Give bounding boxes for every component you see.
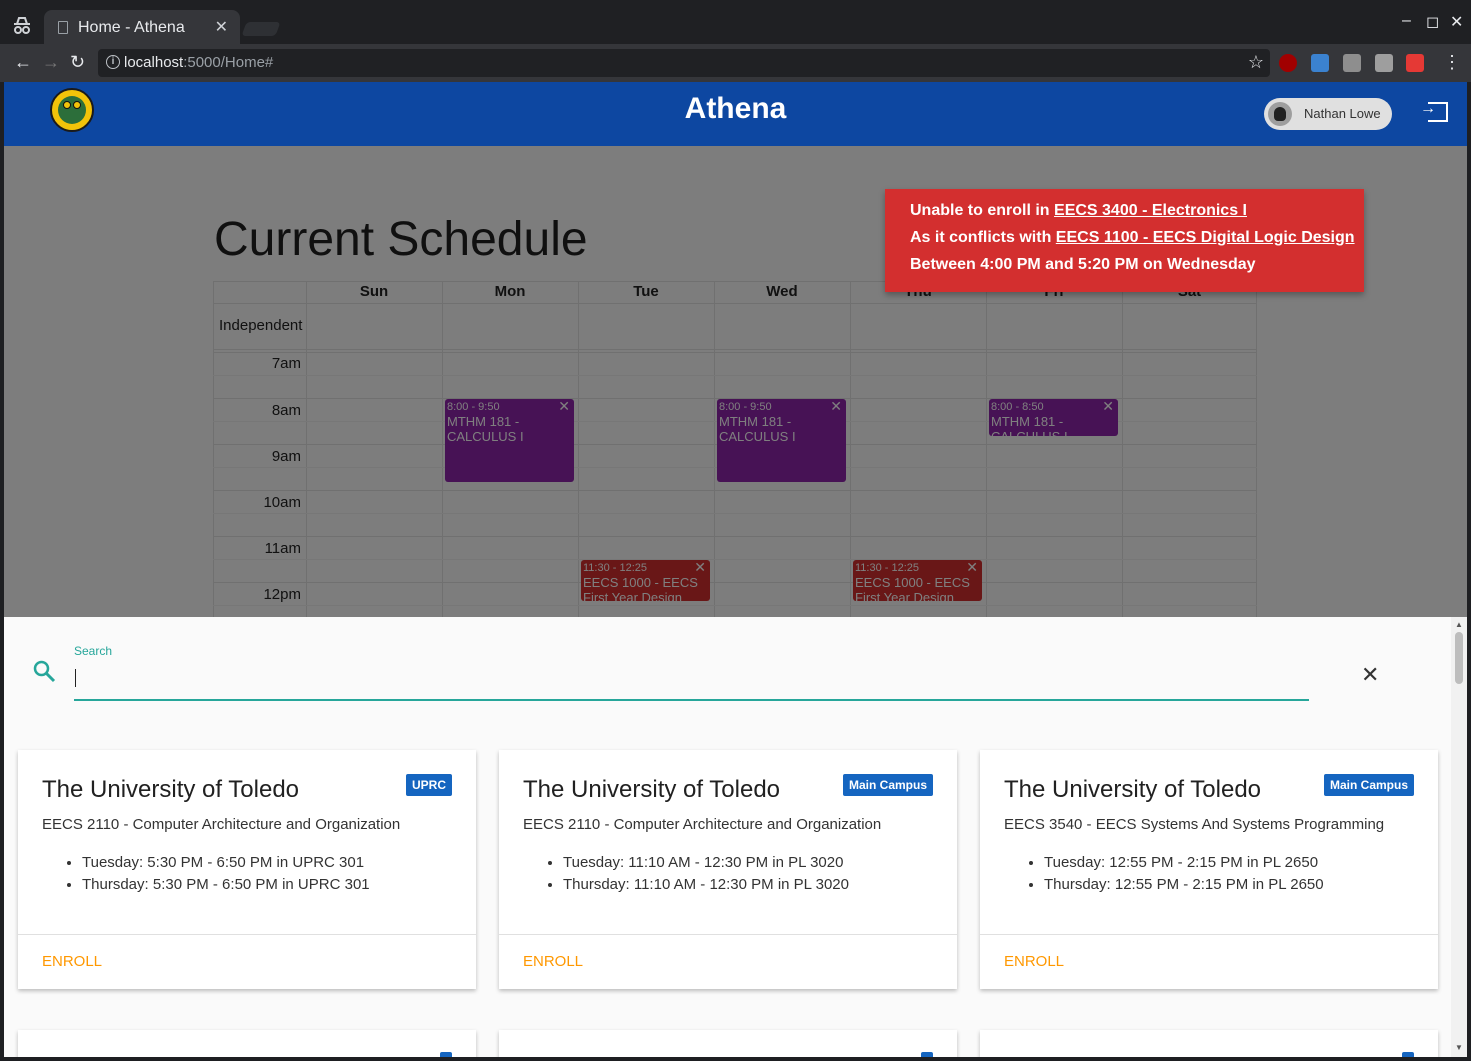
meeting-list: Tuesday: 5:30 PM - 6:50 PM in UPRC 301 T… — [82, 852, 370, 896]
incognito-icon — [10, 14, 34, 38]
course-result-card — [18, 1030, 476, 1057]
clear-search-icon[interactable]: ✕ — [1361, 662, 1379, 688]
page-icon — [58, 21, 68, 34]
new-tab-button[interactable] — [241, 22, 281, 36]
user-name: Nathan Lowe — [1304, 106, 1381, 121]
scrollbar[interactable]: ▲ ▼ — [1451, 617, 1467, 1057]
institution-name: The University of Toledo — [42, 776, 300, 803]
app-bar: Athena Nathan Lowe — [4, 82, 1467, 146]
back-icon[interactable]: ← — [14, 52, 32, 73]
address-bar[interactable]: i localhost:5000/Home# ☆ — [98, 49, 1270, 77]
tab-title: Home - Athena — [78, 19, 185, 36]
campus-badge: Main Campus — [1323, 774, 1414, 796]
course-result-card: The University of Toledo Main Campus EEC… — [499, 750, 957, 989]
campus-badge — [1402, 1052, 1414, 1057]
campus-badge — [440, 1052, 452, 1057]
meeting-time: Tuesday: 11:10 AM - 12:30 PM in PL 3020 — [563, 852, 849, 874]
meeting-time: Tuesday: 5:30 PM - 6:50 PM in UPRC 301 — [82, 852, 370, 874]
course-title: EECS 2110 - Computer Architecture and Or… — [42, 816, 401, 833]
meeting-time: Thursday: 5:30 PM - 6:50 PM in UPRC 301 — [82, 874, 370, 896]
meeting-list: Tuesday: 12:55 PM - 2:15 PM in PL 2650 T… — [1044, 852, 1324, 896]
campus-badge — [921, 1052, 933, 1057]
text-caret — [75, 669, 76, 687]
course-title: EECS 3540 - EECS Systems And Systems Pro… — [1004, 816, 1385, 833]
enroll-button[interactable]: ENROLL — [523, 953, 583, 970]
search-icon — [32, 659, 56, 683]
existing-course-link[interactable]: EECS 1100 - EECS Digital Logic Design — [1056, 229, 1355, 246]
logout-icon[interactable] — [1420, 100, 1448, 122]
ublock-extension-icon[interactable] — [1279, 54, 1297, 72]
url-text: localhost:5000/Home# — [124, 54, 274, 71]
meeting-time: Thursday: 12:55 PM - 2:15 PM in PL 2650 — [1044, 874, 1324, 896]
meeting-time: Tuesday: 12:55 PM - 2:15 PM in PL 2650 — [1044, 852, 1324, 874]
user-chip[interactable]: Nathan Lowe — [1264, 98, 1392, 130]
s-extension-icon[interactable] — [1343, 54, 1361, 72]
course-result-card: The University of Toledo Main Campus EEC… — [980, 750, 1438, 989]
bookmark-star-icon[interactable]: ☆ — [1248, 52, 1264, 73]
course-result-card: The University of Toledo UPRC EECS 2110 … — [18, 750, 476, 989]
browser-tab[interactable]: Home - Athena ✕ — [44, 10, 240, 44]
scrollbar-thumb[interactable] — [1455, 632, 1463, 684]
search-drawer: Search ✕ The University of Toledo UPRC E… — [4, 617, 1467, 1057]
conflict-course-link[interactable]: EECS 3400 - Electronics I — [1054, 202, 1247, 219]
enroll-button[interactable]: ENROLL — [1004, 953, 1064, 970]
forward-icon[interactable]: → — [42, 52, 60, 73]
browser-chrome: Home - Athena ✕ – ◻ ✕ ← → ↻ i localhost:… — [0, 0, 1471, 82]
app-viewport: Athena Nathan Lowe Current Schedule Sun … — [4, 82, 1467, 1057]
course-result-card — [499, 1030, 957, 1057]
course-result-card — [980, 1030, 1438, 1057]
error-snackbar: Unable to enroll in EECS 3400 - Electron… — [885, 189, 1364, 292]
institution-name: The University of Toledo — [1004, 776, 1262, 803]
close-tab-icon[interactable]: ✕ — [215, 17, 228, 37]
campus-badge: UPRC — [405, 774, 452, 796]
meeting-time: Thursday: 11:10 AM - 12:30 PM in PL 3020 — [563, 874, 849, 896]
browser-toolbar: ← → ↻ i localhost:5000/Home# ☆ ⋮ — [0, 44, 1471, 82]
campus-badge: Main Campus — [842, 774, 933, 796]
close-window-icon[interactable]: ✕ — [1450, 12, 1463, 32]
conflict-time-text: Between 4:00 PM and 5:20 PM on Wednesday — [910, 256, 1256, 273]
maximize-icon[interactable]: ◻ — [1426, 12, 1439, 32]
red-extension-icon[interactable] — [1406, 54, 1424, 72]
menu-kebab-icon[interactable]: ⋮ — [1443, 52, 1461, 73]
course-title: EECS 2110 - Computer Architecture and Or… — [523, 816, 882, 833]
extension-icon[interactable] — [1375, 54, 1393, 72]
enroll-button[interactable]: ENROLL — [42, 953, 102, 970]
minimize-icon[interactable]: – — [1402, 12, 1411, 30]
tab-strip: Home - Athena ✕ – ◻ ✕ — [0, 0, 1471, 44]
bitwarden-extension-icon[interactable] — [1311, 54, 1329, 72]
info-icon[interactable]: i — [106, 55, 120, 69]
meeting-list: Tuesday: 11:10 AM - 12:30 PM in PL 3020 … — [563, 852, 849, 896]
search-label: Search — [74, 644, 113, 658]
reload-icon[interactable]: ↻ — [70, 52, 85, 73]
institution-name: The University of Toledo — [523, 776, 781, 803]
avatar — [1268, 102, 1292, 126]
search-input[interactable] — [74, 663, 1309, 701]
app-title: Athena — [684, 92, 787, 125]
